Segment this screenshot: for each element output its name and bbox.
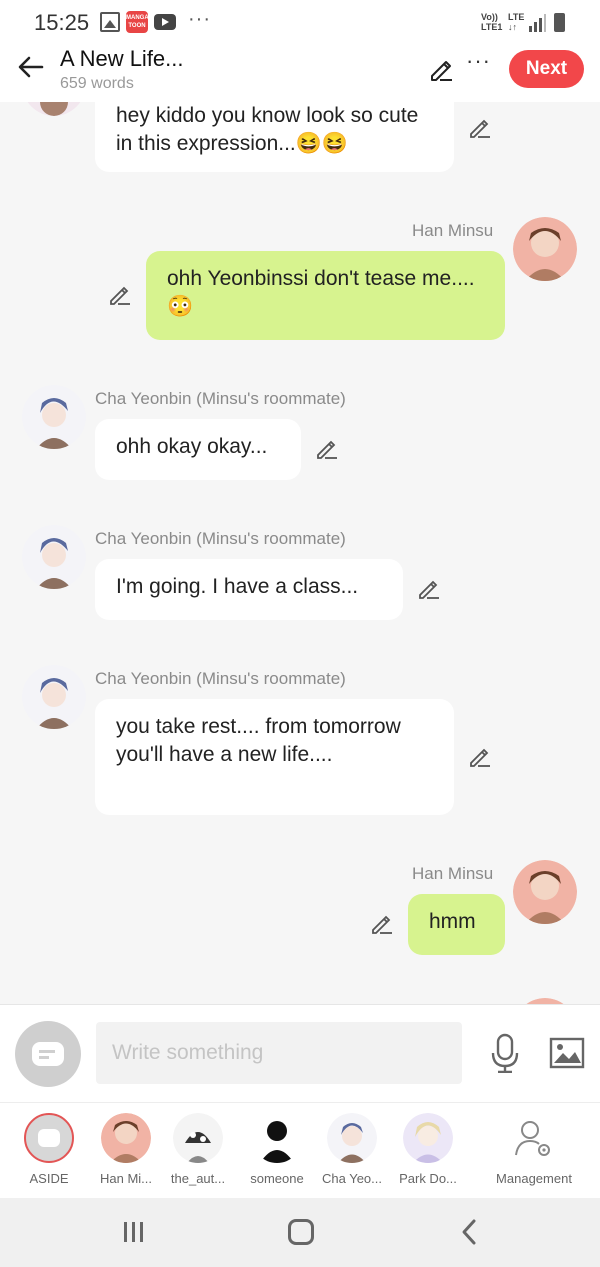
aside-toggle-button[interactable]: [15, 1021, 81, 1087]
battery-icon: [554, 13, 565, 32]
volte-indicator: Vo)) LTE1: [481, 12, 503, 32]
edit-message-icon[interactable]: [108, 283, 132, 307]
avatar: [513, 217, 577, 281]
character-label: Management: [496, 1171, 572, 1186]
chat-bubble[interactable]: hey kiddo you know look so cute in this …: [95, 102, 454, 172]
youtube-notification-icon: [154, 14, 176, 30]
sender-name: Han Minsu: [412, 864, 494, 883]
mangatoon-notification-icon: MANGA TOON: [126, 11, 149, 33]
message-text: I'm going. I have a class...: [116, 575, 359, 598]
avatar: [403, 1113, 453, 1163]
edit-message-icon[interactable]: [315, 437, 339, 461]
chat-bubble[interactable]: hmm: [408, 894, 505, 955]
character-someone[interactable]: someone: [240, 1103, 314, 1199]
message-text: hey kiddo you know look so cute in this …: [116, 104, 419, 155]
edit-message-icon[interactable]: [468, 745, 492, 769]
avatar: [252, 1113, 302, 1163]
chat-area[interactable]: hey kiddo you know look so cute in this …: [0, 102, 600, 1004]
avatar: [22, 665, 86, 729]
character-the-author[interactable]: the_aut...: [161, 1103, 235, 1199]
character-park-do[interactable]: Park Do...: [391, 1103, 465, 1199]
character-aside[interactable]: ASIDE: [12, 1103, 86, 1199]
chat-bubble-icon: [38, 1129, 60, 1147]
avatar: [513, 860, 577, 924]
sender-name: Cha Yeonbin (Minsu's roommate): [95, 669, 346, 688]
chat-bubble[interactable]: ohh okay okay...: [95, 419, 301, 480]
message-text: ohh okay okay...: [116, 435, 268, 458]
image-upload-icon[interactable]: [549, 1037, 585, 1069]
story-title: A New Life...: [60, 46, 184, 71]
back-arrow-icon[interactable]: [16, 52, 46, 82]
message-input[interactable]: [96, 1022, 462, 1084]
character-label: ASIDE: [29, 1171, 69, 1186]
more-notifications-icon: ···: [188, 8, 211, 30]
avatar: [101, 1113, 151, 1163]
avatar: [22, 385, 86, 449]
sender-name: Cha Yeonbin (Minsu's roommate): [95, 529, 346, 548]
character-label: Cha Yeo...: [322, 1171, 382, 1186]
system-nav-bar: [0, 1198, 600, 1267]
recent-apps-icon[interactable]: [122, 1220, 146, 1244]
status-bar: 15:25 MANGA TOON ··· Vo)) LTE1 LTE ↓↑: [0, 0, 600, 44]
character-selector: ASIDE Han Mi... the_aut... someone Cha Y…: [0, 1102, 600, 1198]
header: A New Life... 659 words ··· Next: [0, 44, 600, 102]
microphone-icon[interactable]: [490, 1033, 520, 1073]
message-input-bar: [0, 1004, 600, 1102]
character-label: someone: [250, 1171, 304, 1186]
avatar: [173, 1113, 223, 1163]
character-management[interactable]: Management: [494, 1103, 574, 1199]
avatar: [22, 102, 86, 116]
sender-name: Han Minsu: [412, 221, 494, 240]
character-label: the_aut...: [170, 1171, 226, 1186]
character-label: Park Do...: [399, 1171, 457, 1186]
status-time: 15:25: [34, 10, 90, 35]
lte-indicator: LTE ↓↑: [508, 12, 525, 32]
chat-bubble[interactable]: ohh Yeonbinssi don't tease me....😳: [146, 251, 505, 340]
edit-pen-icon[interactable]: [428, 56, 454, 82]
more-options-icon[interactable]: ···: [466, 48, 491, 74]
edit-message-icon[interactable]: [417, 577, 441, 601]
signal-icon: [529, 14, 546, 32]
sender-name: Cha Yeonbin (Minsu's roommate): [95, 389, 346, 408]
message-text: hmm: [429, 910, 476, 933]
chat-bubble[interactable]: I'm going. I have a class...: [95, 559, 403, 620]
edit-message-icon[interactable]: [468, 116, 492, 140]
avatar: [327, 1113, 377, 1163]
edit-message-icon[interactable]: [370, 912, 394, 936]
message-text: you take rest.... from tomorrow you'll h…: [116, 715, 401, 766]
character-cha-yeonbin[interactable]: Cha Yeo...: [315, 1103, 389, 1199]
next-button[interactable]: Next: [509, 50, 584, 88]
message-text: ohh Yeonbinssi don't tease me....😳: [167, 267, 475, 318]
avatar: [22, 525, 86, 589]
home-icon[interactable]: [288, 1219, 314, 1245]
word-count: 659 words: [60, 75, 134, 92]
character-label: Han Mi...: [99, 1171, 152, 1186]
character-han-minsu[interactable]: Han Mi...: [89, 1103, 163, 1199]
chat-bubble[interactable]: you take rest.... from tomorrow you'll h…: [95, 699, 454, 815]
chat-bubble-icon: [32, 1042, 64, 1066]
manage-characters-icon: [515, 1121, 550, 1156]
system-back-icon[interactable]: [458, 1218, 482, 1246]
gallery-notification-icon: [100, 12, 120, 32]
aside-avatar: [24, 1113, 74, 1163]
